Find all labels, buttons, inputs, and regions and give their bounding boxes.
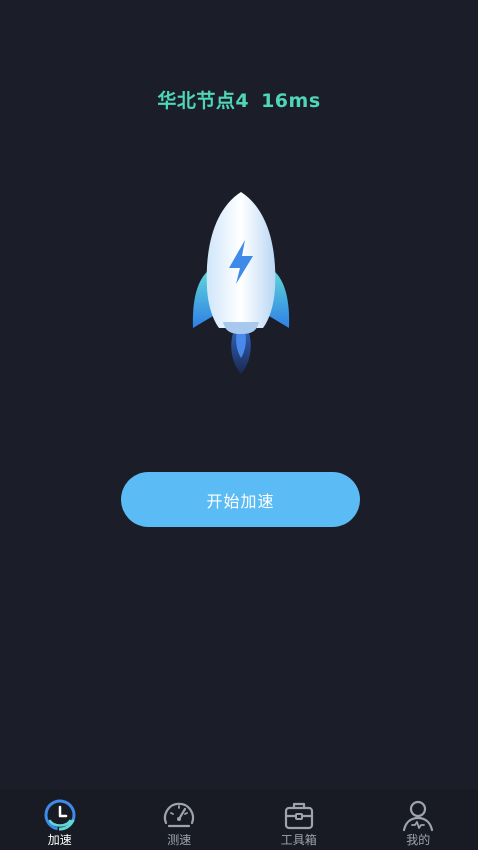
node-status[interactable]: 华北节点4 16ms (0, 86, 478, 113)
tab-toolbox[interactable]: 工具箱 (239, 789, 359, 850)
speedometer-icon (164, 802, 195, 828)
node-name: 华北节点4 (157, 90, 250, 112)
toolbox-icon (284, 802, 313, 830)
accelerator-screen: 华北节点4 16ms 开始加速 加速 测速 工具箱 我的 (0, 0, 478, 850)
rocket-icon (192, 192, 290, 374)
accelerate-icon (44, 799, 76, 831)
start-acceleration-button[interactable]: 开始加速 (121, 472, 360, 527)
tab-speedtest-label: 测速 (167, 833, 192, 847)
tab-accelerate-label: 加速 (47, 833, 72, 847)
tab-profile[interactable]: 我的 (359, 789, 478, 850)
tab-profile-label: 我的 (406, 833, 431, 847)
tab-toolbox-label: 工具箱 (280, 833, 317, 847)
node-latency: 16ms (261, 90, 321, 112)
bottom-tab-bar: 加速 测速 工具箱 我的 (0, 789, 478, 850)
profile-icon (403, 800, 434, 832)
tab-accelerate[interactable]: 加速 (0, 789, 120, 850)
tab-speedtest[interactable]: 测速 (120, 789, 240, 850)
